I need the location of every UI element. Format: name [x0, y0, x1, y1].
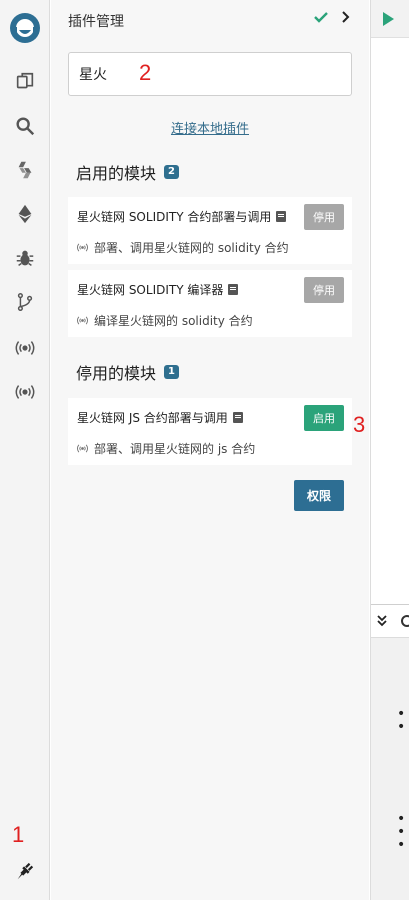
broadcast-icon — [77, 444, 88, 453]
module-card: 星火链网 SOLIDITY 编译器 停用 编译星火链网的 solidity 合约 — [68, 270, 352, 337]
annotation-number-2: 2 — [139, 60, 152, 85]
module-name: 星火链网 JS 合约部署与调用 — [77, 409, 243, 426]
plugin-search-input[interactable] — [68, 52, 352, 96]
module-description-text: 部署、调用星火链网的 solidity 合约 — [94, 241, 289, 255]
module-name-text: 星火链网 JS 合约部署与调用 — [77, 411, 228, 425]
activate-button[interactable]: 启用 — [304, 405, 344, 431]
inactive-count-badge: 1 — [164, 365, 179, 379]
module-name: 星火链网 SOLIDITY 编译器 — [77, 281, 239, 298]
module-name-text: 星火链网 SOLIDITY 合约部署与调用 — [77, 210, 272, 224]
book-icon[interactable] — [228, 284, 239, 295]
module-name-text: 星火链网 SOLIDITY 编译器 — [77, 283, 224, 297]
icon-rail — [0, 0, 50, 900]
editor-area: • • • • • — [370, 0, 409, 900]
connect-local-plugin-link[interactable]: 连接本地插件 — [51, 118, 369, 137]
file-explorer-icon[interactable] — [10, 67, 40, 97]
plugin-manager-panel: 插件管理 2 连接本地插件 启用的模块 2 星火链网 SOLIDITY 合约部署… — [51, 0, 369, 900]
module-card: 星火链网 SOLIDITY 合约部署与调用 停用 部署、调用星火链网的 soli… — [68, 197, 352, 264]
terminal-panel: • • • • • — [371, 638, 409, 900]
terminal-toolbar — [371, 604, 409, 638]
module-description: 部署、调用星火链网的 solidity 合约 — [77, 239, 289, 256]
plugin-broadcast-icon[interactable] — [10, 333, 40, 363]
git-icon[interactable] — [10, 287, 40, 317]
plugin-manager-icon[interactable] — [10, 856, 40, 886]
permissions-button[interactable]: 权限 — [294, 480, 344, 511]
book-icon[interactable] — [276, 211, 287, 222]
book-icon[interactable] — [232, 412, 243, 423]
double-chevron-down-icon[interactable] — [377, 615, 387, 627]
broadcast-icon — [77, 243, 88, 252]
solidity-compiler-icon[interactable] — [10, 155, 40, 185]
inactive-modules-title: 停用的模块 — [76, 364, 157, 383]
deploy-run-icon[interactable] — [10, 199, 40, 229]
check-icon — [314, 12, 328, 23]
inactive-modules-heading: 停用的模块 1 — [76, 360, 179, 384]
logo-icon[interactable] — [3, 6, 47, 50]
broadcast-icon — [77, 316, 88, 325]
run-icon[interactable] — [383, 12, 394, 26]
clear-console-icon[interactable] — [401, 615, 409, 627]
deactivate-button[interactable]: 停用 — [304, 277, 344, 303]
chevron-right-icon[interactable] — [341, 11, 351, 23]
module-description: 部署、调用星火链网的 js 合约 — [77, 440, 255, 457]
active-modules-title: 启用的模块 — [76, 164, 157, 183]
debugger-icon[interactable] — [10, 243, 40, 273]
panel-header: 插件管理 — [51, 0, 369, 40]
panel-title: 插件管理 — [68, 14, 124, 30]
plugin-broadcast-icon-2[interactable] — [10, 377, 40, 407]
more-icon[interactable]: • • • — [397, 812, 405, 852]
module-card: 星火链网 JS 合约部署与调用 启用 部署、调用星火链网的 js 合约 — [68, 398, 352, 465]
deactivate-button[interactable]: 停用 — [304, 204, 344, 230]
module-description-text: 部署、调用星火链网的 js 合约 — [94, 442, 256, 456]
editor-toolbar — [371, 0, 409, 38]
search-icon[interactable] — [10, 111, 40, 141]
module-name: 星火链网 SOLIDITY 合约部署与调用 — [77, 208, 287, 225]
annotation-number-3: 3 — [353, 412, 366, 437]
active-modules-heading: 启用的模块 2 — [76, 160, 179, 184]
active-count-badge: 2 — [164, 165, 179, 179]
module-description-text: 编译星火链网的 solidity 合约 — [94, 314, 253, 328]
more-icon[interactable]: • • — [397, 707, 405, 734]
module-description: 编译星火链网的 solidity 合约 — [77, 312, 253, 329]
annotation-number-1: 1 — [12, 822, 25, 847]
